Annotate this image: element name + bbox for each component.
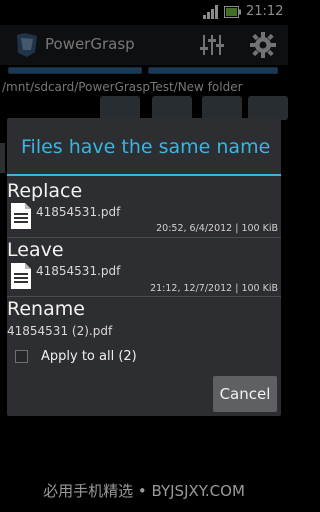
dialog-title: Files have the same name [21, 136, 271, 158]
watermark-text: 必用手机精选 • BYJSJXY.COM [43, 482, 245, 500]
apply-to-all-label[interactable]: Apply to all (2) [41, 349, 137, 364]
divider [7, 237, 281, 238]
option-rename-label: Rename [7, 298, 85, 320]
cancel-button[interactable]: Cancel [213, 376, 277, 412]
option-leave-filename: 41854531.pdf [36, 264, 121, 278]
option-replace-label: Replace [7, 180, 83, 202]
option-leave-label: Leave [7, 239, 64, 261]
apply-to-all-checkbox[interactable] [15, 350, 28, 363]
divider [7, 296, 281, 297]
same-name-dialog: Files have the same name Replace 4185453… [7, 118, 281, 416]
title-divider [7, 174, 281, 176]
option-leave-meta: 21:12, 12/7/2012 | 100 KiB [150, 283, 278, 294]
option-replace-filename: 41854531.pdf [36, 205, 121, 219]
option-rename-filename: 41854531 (2).pdf [7, 324, 113, 338]
pdf-file-icon [11, 203, 31, 229]
option-replace-meta: 20:52, 6/4/2012 | 100 KiB [156, 223, 278, 234]
pdf-file-icon [11, 263, 31, 289]
